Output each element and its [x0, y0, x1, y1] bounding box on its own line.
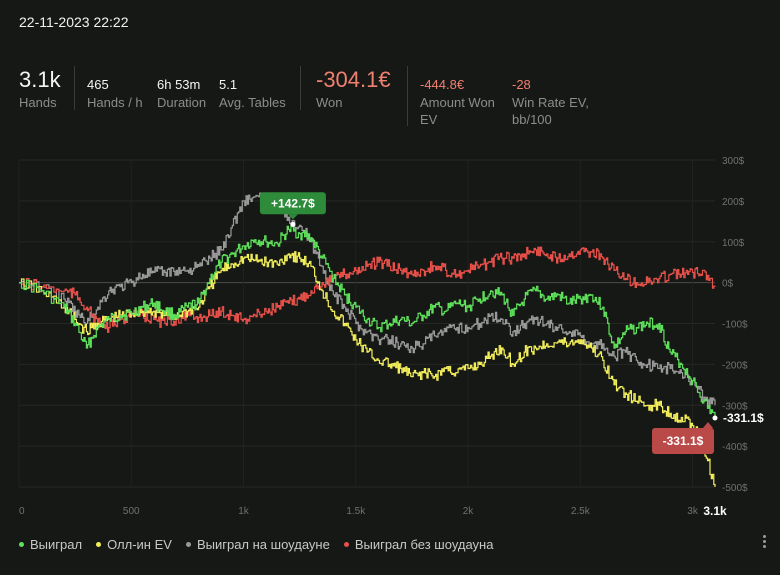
stat-avg-tables-value: 5.1 [219, 77, 238, 92]
more-options-icon[interactable] [763, 533, 766, 550]
x-end-label: 3.1k [703, 504, 727, 518]
stat-duration-value: 6h 53m [157, 77, 201, 92]
stats-bar: 3.1k Hands 465 Hands / h 6h 53m Duration… [0, 66, 780, 136]
y-tick-label: 0$ [722, 279, 734, 290]
stat-won: -304.1€ Won [316, 66, 391, 111]
stat-win-rate-ev-value: -28 [512, 77, 531, 92]
y-tick-label: -500$ [722, 483, 748, 494]
stat-win-rate-ev: -28 Win Rate EV, bb/100 [512, 66, 589, 128]
legend-item-non-showdown[interactable]: Выиграл без шоудауна [343, 537, 494, 552]
profit-chart[interactable]: 300$ 200$ 100$ 0$ -100$ -200$ -300$ -400$ -500$ 0… [0, 155, 780, 520]
stat-amount-won-ev-label-1: Amount Won [420, 95, 495, 110]
end-badge-pointer [703, 421, 713, 428]
y-tick-label: -100$ [722, 320, 748, 331]
stat-hands-per-hour: 465 Hands / h [87, 66, 143, 111]
stat-amount-won-ev-label-2: EV [420, 112, 438, 127]
legend-item-showdown[interactable]: Выиграл на шоудауне [185, 537, 330, 552]
legend-item-allin-ev[interactable]: Олл-ин EV [96, 537, 172, 552]
end-badge-label: -331.1$ [663, 434, 704, 448]
x-tick-label: 2k [463, 506, 475, 517]
series-line-2 [19, 192, 716, 407]
x-tick-label: 500 [123, 506, 140, 517]
peak-marker [290, 221, 296, 227]
x-tick-label: 0 [19, 506, 25, 517]
series-line-1 [19, 251, 716, 487]
y-tick-label: 300$ [722, 156, 745, 167]
end-marker [712, 415, 718, 421]
x-tick-label: 1.5k [346, 506, 366, 517]
legend-item-won[interactable]: Выиграл [19, 537, 82, 552]
stat-hands-per-hour-label: Hands / h [87, 95, 143, 110]
x-tick-label: 3k [687, 506, 699, 517]
stats-divider [407, 66, 408, 126]
peak-badge-label: +142.7$ [271, 196, 315, 210]
x-tick-label: 2.5k [571, 506, 591, 517]
stat-hands-per-hour-value: 465 [87, 77, 109, 92]
stat-hands: 3.1k Hands [19, 66, 61, 111]
stats-divider [74, 66, 75, 110]
stat-win-rate-ev-label-2: bb/100 [512, 112, 552, 127]
stats-divider [300, 66, 301, 110]
session-datetime: 22-11-2023 22:22 [19, 14, 129, 30]
stat-amount-won-ev-value: -444.8€ [420, 77, 465, 92]
more-dot [763, 545, 766, 548]
more-dot [763, 535, 766, 538]
stat-duration: 6h 53m Duration [157, 66, 206, 111]
legend-dot-icon [19, 542, 24, 547]
y-tick-label: -200$ [722, 360, 748, 371]
legend-label: Выиграл без шоудауна [354, 537, 494, 552]
stat-hands-value: 3.1k [19, 67, 61, 92]
legend-label: Олл-ин EV [107, 537, 172, 552]
stat-won-value: -304.1€ [316, 67, 391, 92]
stat-amount-won-ev: -444.8€ Amount Won EV [420, 66, 495, 128]
stat-won-label: Won [316, 95, 343, 110]
stat-duration-label: Duration [157, 95, 207, 110]
legend-dot-icon [185, 542, 191, 547]
stat-avg-tables-label: Avg. Tables [219, 95, 286, 110]
y-tick-label: 100$ [722, 238, 745, 249]
x-tick-label: 1k [238, 506, 250, 517]
profit-chart-svg[interactable]: 300$200$100$0$-100$-200$-300$-400$-500$0… [0, 155, 780, 520]
more-dot [763, 540, 766, 543]
legend-dot-icon [343, 542, 349, 547]
end-edge-label: -331.1$ [723, 411, 764, 425]
y-tick-label: -400$ [722, 442, 748, 453]
y-tick-label: 200$ [722, 197, 745, 208]
stat-hands-label: Hands [19, 95, 57, 110]
stat-win-rate-ev-label-1: Win Rate EV, [512, 95, 589, 110]
legend-label: Выиграл [30, 537, 83, 552]
legend-label: Выиграл на шоудауне [196, 537, 330, 552]
stat-avg-tables: 5.1 Avg. Tables [219, 66, 286, 111]
legend-dot-icon [96, 542, 102, 547]
chart-legend: Выиграл Олл-ин EV Выиграл на шоудауне Вы… [19, 537, 493, 552]
